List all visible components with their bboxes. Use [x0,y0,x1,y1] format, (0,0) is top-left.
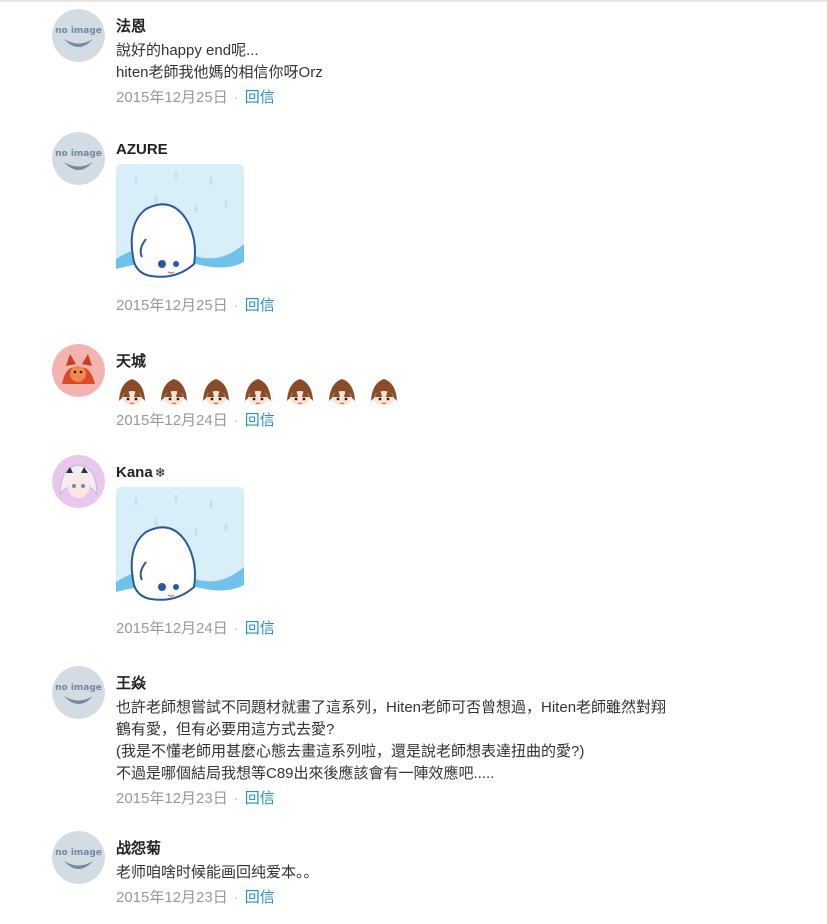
separator: · [233,412,239,429]
separator: · [233,89,239,106]
author-name: Kana [116,464,153,481]
separator: · [233,297,239,314]
comment-line: 不過是哪個結局我想等C89出來後應該會有一陣效應吧..... [116,765,495,782]
comment-meta: 2015年12月25日 · 回信 [116,296,756,316]
comment-date: 2015年12月24日 [116,412,228,429]
no-image-avatar[interactable]: no image [52,132,105,185]
no-image-label: no image [55,683,102,693]
comment-text: 老师咱啥时候能画回纯爱本。。 [116,862,756,884]
no-image-label: no image [55,149,102,159]
reply-link[interactable]: 回信 [245,790,275,807]
anime-girl-avatar-icon [52,455,105,508]
reply-link[interactable]: 回信 [245,620,275,637]
brown-hair-face-emoji [161,379,187,405]
comment-author[interactable]: 战怨菊 [116,840,756,858]
comment-date: 2015年12月25日 [116,297,228,314]
no-image-label: no image [55,848,102,858]
brown-hair-face-emoji [119,379,145,405]
no-image-label: no image [55,26,102,36]
brown-hair-face-emoji [287,379,313,405]
ghost-sticker[interactable] [116,487,244,615]
top-divider [0,0,827,2]
no-image-avatar-icon: no image [52,666,105,719]
reply-link[interactable]: 回信 [245,297,275,314]
snowflake-icon: ❄ [154,465,166,480]
no-image-avatar[interactable]: no image [52,9,105,62]
brown-hair-face-emoji [245,379,271,405]
comment-line: hiten老師我他媽的相信你呀Orz [116,64,323,81]
no-image-avatar-icon: no image [52,9,105,62]
comment-author[interactable]: Kana ❄ [116,464,756,482]
no-image-avatar-icon: no image [52,831,105,884]
comment-line: 也許老師想嘗試不同題材就畫了這系列，Hiten老師可否曾想過，Hiten老師雖然… [116,699,667,716]
brown-hair-face-emoji [371,379,397,405]
separator: · [233,790,239,807]
brown-hair-face-emoji [203,379,229,405]
comment-line: 鶴有愛，但有必要用這方式去愛? [116,721,335,738]
emoji-row [116,375,756,407]
comment-meta: 2015年12月23日 · 回信 [116,888,756,908]
no-image-avatar[interactable]: no image [52,831,105,884]
brown-hair-face-emoji [329,379,355,405]
no-image-avatar-icon: no image [52,132,105,185]
comment-date: 2015年12月24日 [116,620,228,637]
reply-link[interactable]: 回信 [245,89,275,106]
comment-meta: 2015年12月25日 · 回信 [116,88,756,108]
comment-author[interactable]: AZURE [116,141,756,159]
comment-date: 2015年12月25日 [116,89,228,106]
fox-avatar[interactable] [52,344,105,397]
comment-text: 也許老師想嘗試不同題材就畫了這系列，Hiten老師可否曾想過，Hiten老師雖然… [116,697,756,785]
reply-link[interactable]: 回信 [245,889,275,906]
anime-girl-avatar[interactable] [52,455,105,508]
separator: · [233,889,239,906]
comment-meta: 2015年12月24日 · 回信 [116,411,756,431]
comment-line: 說好的happy end呢... [116,42,259,59]
ghost-sticker[interactable] [116,164,244,292]
comment-date: 2015年12月23日 [116,790,228,807]
comment-author[interactable]: 法恩 [116,18,756,36]
comment-text: 說好的happy end呢... hiten老師我他媽的相信你呀Orz [116,40,756,84]
comment-author[interactable]: 天城 [116,353,756,371]
ghost-sticker-image [116,164,244,292]
comment-meta: 2015年12月24日 · 回信 [116,619,756,639]
no-image-avatar[interactable]: no image [52,666,105,719]
comment-line: (我是不懂老師用甚麼心態去畫這系列啦，還是說老師想表達扭曲的愛?) [116,743,585,760]
reply-link[interactable]: 回信 [245,412,275,429]
comment-line: 老师咱啥时候能画回纯爱本。。 [116,864,319,881]
fox-avatar-icon [52,344,105,397]
separator: · [233,620,239,637]
comment-date: 2015年12月23日 [116,889,228,906]
comment-author[interactable]: 王焱 [116,675,756,693]
ghost-sticker-image [116,487,244,615]
comment-meta: 2015年12月23日 · 回信 [116,789,756,809]
